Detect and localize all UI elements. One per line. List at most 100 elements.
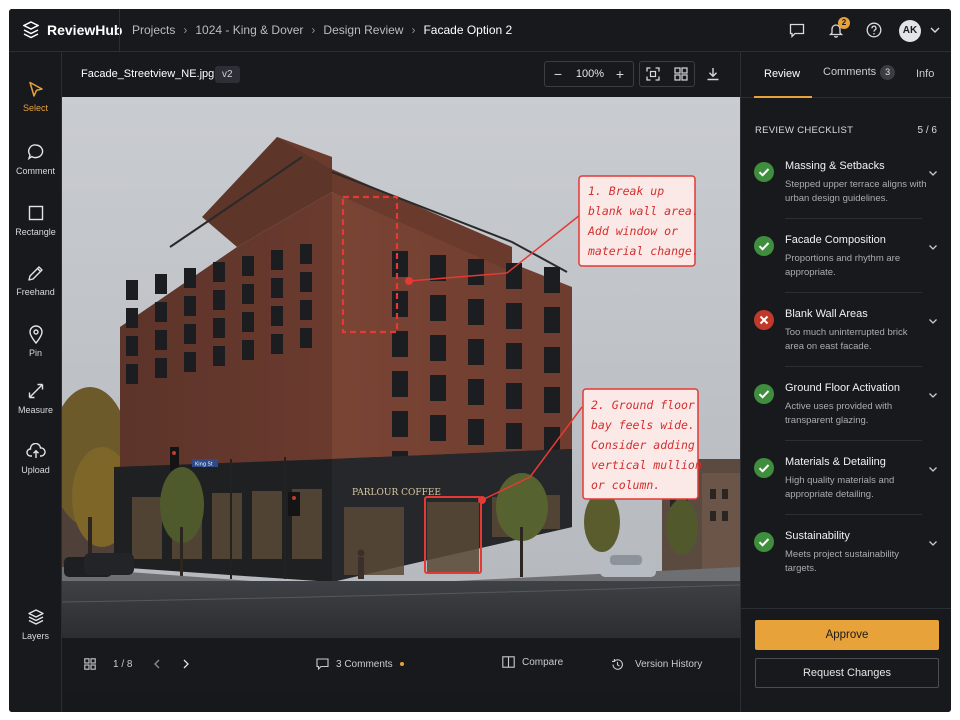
compare-label: Compare — [522, 656, 564, 668]
view-controls — [639, 61, 695, 87]
tab-review[interactable]: Review — [764, 68, 800, 80]
chevron-down-icon[interactable] — [928, 464, 938, 474]
divider — [785, 514, 922, 515]
history-icon — [612, 659, 623, 670]
tool-measure[interactable]: Measure — [9, 380, 62, 415]
facade-photo: PARLOUR COFFEE King St 1. Break up blank… — [62, 97, 740, 638]
request-changes-button[interactable]: Request Changes — [755, 658, 939, 688]
check-icon — [754, 236, 774, 256]
image-canvas[interactable]: PARLOUR COFFEE King St 1. Break up blank… — [62, 97, 740, 638]
divider — [785, 292, 922, 293]
zoom-out-button[interactable]: − — [550, 66, 566, 82]
comments-toggle[interactable]: 3 Comments — [316, 658, 404, 670]
chevron-down-icon[interactable] — [926, 21, 944, 39]
checklist-item-desc: Too much uninterrupted brick area on eas… — [785, 327, 908, 352]
tool-label: Layers — [21, 631, 49, 641]
tool-pin[interactable]: Pin — [9, 323, 62, 358]
measure-icon — [9, 380, 62, 402]
file-name: Facade_Streetview_NE.jpg — [81, 68, 215, 80]
unread-dot — [399, 662, 404, 666]
logo-icon — [23, 21, 39, 39]
canvas-footer: 1 / 8 3 Comments Compare Version History — [62, 638, 740, 690]
checklist-item-desc: Stepped upper terrace aligns with urban … — [785, 179, 927, 204]
thumbnails-icon[interactable] — [84, 658, 96, 670]
street-sign: King St — [195, 462, 213, 468]
annotation-1-line: 1. Break up — [588, 184, 664, 198]
chevron-down-icon[interactable] — [928, 316, 938, 326]
annotation-1-line: Add window or — [587, 224, 678, 238]
compare-icon — [502, 656, 515, 668]
top-bar: ReviewHub Projects › 1024 - King & Dover… — [9, 9, 951, 52]
pager: 1 / 8 — [84, 658, 190, 670]
breadcrumb-item-review[interactable]: Design Review — [323, 23, 403, 37]
zoom-level: 100% — [575, 68, 605, 80]
chevron-down-icon[interactable] — [928, 390, 938, 400]
tab-info[interactable]: Info — [916, 68, 934, 80]
tool-label: Freehand — [16, 287, 55, 297]
file-header: Facade_Streetview_NE.jpg v2 − 100% + — [62, 52, 740, 97]
grid-view-icon[interactable] — [674, 67, 688, 81]
check-icon — [754, 532, 774, 552]
annotation-2-line: 2. Ground floor — [591, 398, 695, 412]
divider — [785, 218, 922, 219]
rectangle-icon — [9, 202, 62, 224]
tool-layers[interactable]: Layers — [9, 606, 62, 641]
checklist-item[interactable]: Ground Floor Activation Active uses provi… — [741, 372, 951, 446]
annotation-pin-2[interactable] — [478, 496, 486, 504]
checklist-item-desc: Active uses provided with transparent gl… — [785, 401, 893, 426]
checklist-item-desc: Proportions and rhythm are appropriate. — [785, 253, 901, 278]
pencil-icon — [9, 262, 62, 284]
fit-screen-icon[interactable] — [646, 67, 660, 81]
version-history-button[interactable]: Version History — [611, 658, 702, 671]
chevron-down-icon[interactable] — [928, 538, 938, 548]
active-tab-indicator — [754, 96, 812, 98]
tool-select[interactable]: Select — [9, 78, 62, 113]
tool-rectangle[interactable]: Rectangle — [9, 202, 62, 237]
chevron-left-icon[interactable] — [153, 659, 161, 669]
upload-icon — [9, 440, 62, 462]
checklist-item[interactable]: Massing & Setbacks Stepped upper terrace … — [741, 150, 951, 224]
error-icon — [754, 310, 774, 330]
comment-icon — [316, 658, 329, 670]
breadcrumb-item-project[interactable]: 1024 - King & Dover — [195, 23, 303, 37]
chevron-right-icon[interactable] — [182, 659, 190, 669]
chevron-down-icon[interactable] — [928, 168, 938, 178]
checklist-item[interactable]: Facade Composition Proportions and rhythm… — [741, 224, 951, 298]
annotation-pin-1[interactable] — [405, 277, 413, 285]
annotation-1-line: material change. — [587, 244, 699, 258]
breadcrumb-item-projects[interactable]: Projects — [132, 23, 175, 37]
check-icon — [754, 162, 774, 182]
checklist-item-title: Sustainability — [785, 530, 850, 542]
help-icon[interactable] — [865, 21, 883, 39]
review-panel: Review Comments 3 Info REVIEW CHECKLIST 5… — [740, 52, 951, 712]
divider — [119, 9, 120, 52]
tool-comment[interactable]: Comment — [9, 141, 62, 176]
comments-count-badge: 3 — [880, 65, 896, 80]
tool-freehand[interactable]: Freehand — [9, 262, 62, 297]
checklist-item[interactable]: Materials & Detailing High quality materi… — [741, 446, 951, 520]
tool-label: Comment — [15, 166, 55, 176]
chevron-right-icon: › — [311, 23, 316, 37]
layers-icon — [9, 606, 62, 628]
chevron-down-icon[interactable] — [928, 242, 938, 252]
checklist-item[interactable]: Blank Wall Areas Too much uninterrupted b… — [741, 298, 951, 372]
avatar[interactable]: AK — [899, 20, 921, 42]
pin-icon — [9, 323, 62, 345]
app-logo[interactable]: ReviewHub — [23, 21, 122, 39]
compare-button[interactable]: Compare — [502, 656, 563, 668]
tab-comments[interactable]: Comments 3 — [823, 65, 896, 80]
tool-label: Pin — [28, 348, 42, 358]
zoom-in-button[interactable]: + — [612, 66, 628, 82]
checklist-progress: 5 / 6 — [917, 125, 937, 136]
cursor-icon — [9, 78, 62, 100]
approve-button[interactable]: Approve — [755, 620, 939, 650]
tool-label: Measure — [17, 405, 53, 415]
app-name: ReviewHub — [47, 22, 123, 38]
version-history-label: Version History — [635, 659, 703, 670]
check-icon — [754, 458, 774, 478]
tool-upload[interactable]: Upload — [9, 440, 62, 475]
checklist-item[interactable]: Sustainability Meets project sustainabili… — [741, 520, 951, 594]
messages-icon[interactable] — [788, 21, 806, 39]
version-badge[interactable]: v2 — [215, 66, 240, 83]
download-icon[interactable] — [706, 67, 720, 81]
